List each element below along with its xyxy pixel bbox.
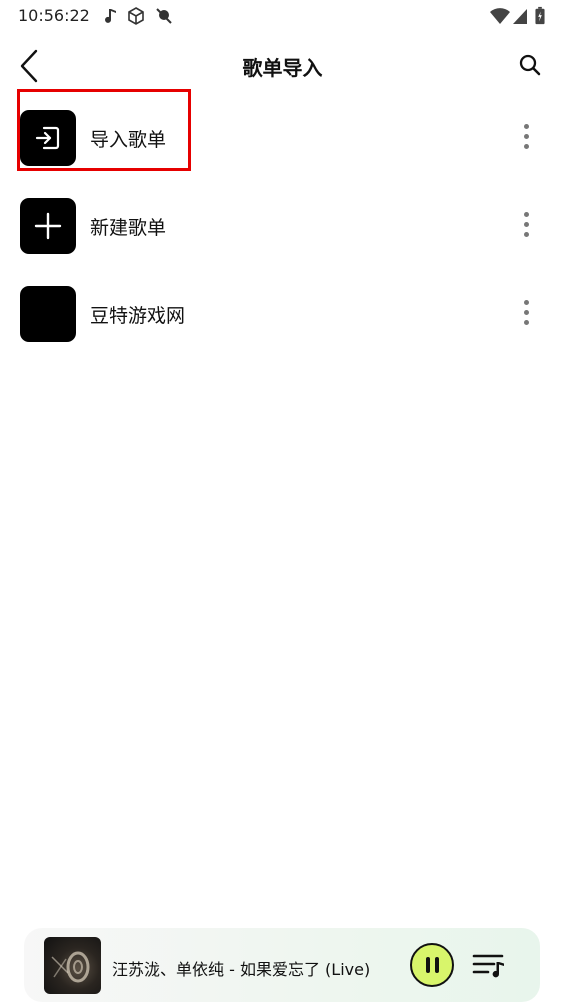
wifi-icon — [490, 8, 510, 24]
mini-player[interactable]: 汪苏泷、单依纯 - 如果爱忘了 (Live) — [24, 928, 540, 1002]
list-item-import-playlist[interactable]: 导入歌单 — [0, 107, 565, 169]
playlist-cover — [20, 286, 76, 342]
top-bar: 歌单导入 — [0, 40, 565, 94]
now-playing-title: 汪苏泷、单依纯 - 如果爱忘了 (Live) — [112, 960, 371, 979]
more-options-icon[interactable] — [521, 124, 531, 152]
list-item-new-playlist[interactable]: 新建歌单 — [0, 195, 565, 257]
list-item-playlist[interactable]: 豆特游戏网 — [0, 283, 565, 345]
plus-icon — [20, 198, 76, 254]
playlist-queue-icon[interactable] — [472, 950, 506, 980]
list-item-label: 导入歌单 — [90, 129, 167, 151]
pause-icon — [425, 957, 430, 973]
status-time: 10:56:22 — [18, 6, 90, 25]
search-icon[interactable] — [517, 52, 543, 78]
more-options-icon[interactable] — [521, 212, 531, 240]
cube-icon — [128, 7, 144, 25]
list-item-label: 豆特游戏网 — [90, 305, 186, 327]
battery-icon — [535, 6, 545, 25]
location-off-icon — [156, 8, 172, 24]
album-cover[interactable] — [44, 937, 101, 994]
status-bar: 10:56:22 — [0, 0, 565, 34]
pause-button[interactable] — [410, 943, 454, 987]
more-options-icon[interactable] — [521, 300, 531, 328]
import-icon — [20, 110, 76, 166]
signal-icon — [513, 9, 527, 24]
page-title: 歌单导入 — [242, 56, 323, 80]
list-item-label: 新建歌单 — [90, 217, 167, 239]
music-note-icon — [105, 9, 116, 23]
